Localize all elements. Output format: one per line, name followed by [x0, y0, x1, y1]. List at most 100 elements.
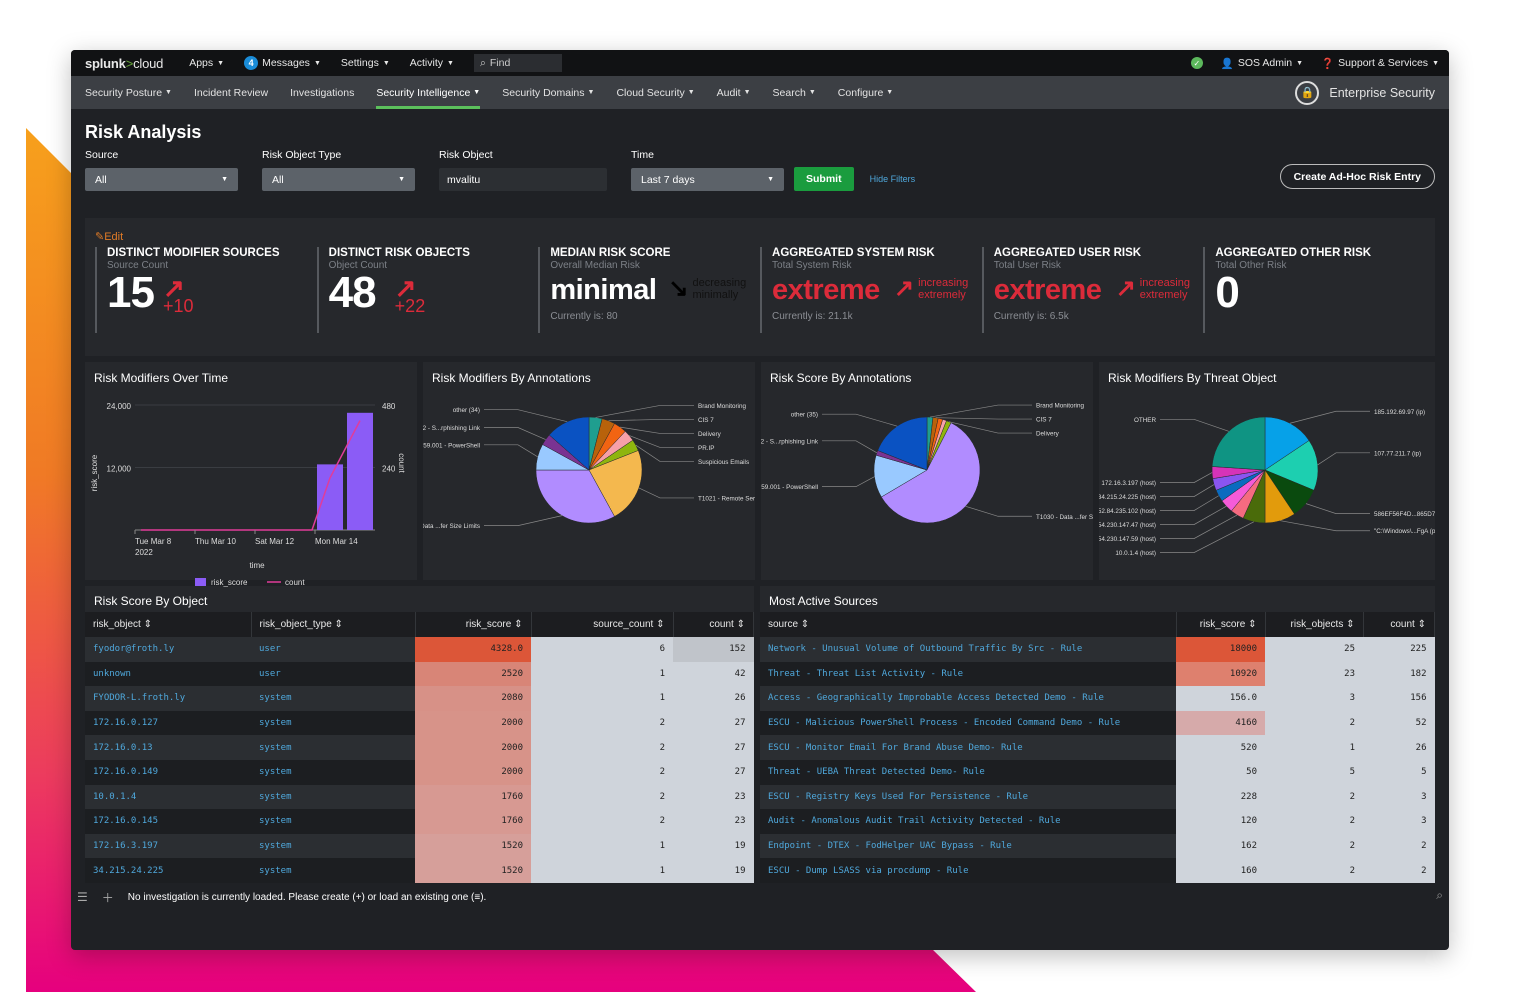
source-cell[interactable]: Endpoint - DTEX - FodHelper UAC Bypass -… [760, 833, 1176, 859]
risk-object-cell[interactable]: fyodor@froth.ly [85, 637, 251, 662]
risk-object-type-dropdown[interactable]: All ▼ [262, 168, 415, 191]
risk-object-type-cell[interactable]: system [251, 809, 415, 834]
source-cell[interactable]: Access - Geographically Improbable Acces… [760, 686, 1176, 711]
source-cell[interactable]: ESCU - Malicious PowerShell Process - En… [760, 710, 1176, 736]
col-count[interactable]: count ⇕ [1363, 612, 1435, 637]
risk-object-cell[interactable]: 172.16.0.127 [85, 710, 251, 736]
source-cell[interactable]: ESCU - Monitor Email For Brand Abuse Dem… [760, 735, 1176, 760]
table-row[interactable]: ESCU - Monitor Email For Brand Abuse Dem… [760, 735, 1435, 760]
risk-object-cell[interactable]: 34.215.24.225 [85, 858, 251, 883]
find-input[interactable]: ⌕ Find [473, 54, 562, 72]
nav-audit[interactable]: Audit ▼ [717, 76, 751, 109]
col-source[interactable]: source ⇕ [760, 612, 1177, 637]
pie-label: T1059.001 - PowerShell [761, 484, 818, 491]
nav-incident-review[interactable]: Incident Review [194, 76, 268, 109]
table-row[interactable]: Threat - Threat List Activity - Rule 1092… [760, 661, 1435, 687]
risk-object-cell[interactable]: unknown [85, 661, 251, 687]
submit-button[interactable]: Submit [794, 167, 854, 191]
col-risk-object[interactable]: risk_object ⇕ [85, 612, 252, 637]
table-row[interactable]: 172.16.3.197 system 1520 1 19 [85, 833, 754, 859]
table-row[interactable]: 172.16.0.127 system 2000 2 27 [85, 710, 754, 736]
col-risk-score[interactable]: risk_score ⇕ [1176, 612, 1266, 637]
col-risk-score[interactable]: risk_score ⇕ [415, 612, 532, 637]
caret-down-icon: ▼ [886, 89, 894, 96]
splunk-logo[interactable]: splunk>cloud [85, 56, 163, 71]
kpi-delta: ↗ +22 [394, 273, 426, 316]
risk-object-type-cell[interactable]: user [251, 637, 415, 662]
table-row[interactable]: 172.16.0.145 system 1760 2 23 [85, 809, 754, 834]
source-dropdown[interactable]: All ▼ [85, 168, 238, 191]
table-row[interactable]: ESCU - Dump LSASS via procdump - Rule 160… [760, 858, 1435, 883]
risk-object-type-cell[interactable]: system [251, 759, 415, 785]
nav-security-posture[interactable]: Security Posture ▼ [85, 76, 172, 109]
settings-menu[interactable]: Settings ▼ [341, 57, 390, 69]
pie-label: Delivery [1036, 431, 1060, 438]
support-menu[interactable]: ❓ Support & Services ▼ [1321, 57, 1439, 70]
source-cell[interactable]: ESCU - Dump LSASS via procdump - Rule [760, 858, 1176, 883]
source-cell[interactable]: Threat - Threat List Activity - Rule [760, 661, 1176, 687]
create-adhoc-risk-button[interactable]: Create Ad-Hoc Risk Entry [1279, 164, 1435, 189]
edit-button[interactable]: ✎Edit [95, 230, 1425, 243]
messages-menu[interactable]: 4 Messages ▼ [244, 56, 321, 70]
col-risk-object-type[interactable]: risk_object_type ⇕ [251, 612, 416, 637]
nav-investigations[interactable]: Investigations [290, 76, 354, 109]
table-row[interactable]: Access - Geographically Improbable Acces… [760, 686, 1435, 711]
table-row[interactable]: 172.16.0.13 system 2000 2 27 [85, 735, 754, 760]
sort-icon: ⇕ [1417, 619, 1426, 630]
table-row[interactable]: Audit - Anomalous Audit Trail Activity D… [760, 809, 1435, 834]
source-cell[interactable]: Network - Unusual Volume of Outbound Tra… [760, 637, 1176, 662]
table-row[interactable]: unknown user 2520 1 42 [85, 661, 754, 687]
zoom-icon[interactable]: ⌕ [1436, 888, 1443, 903]
activity-menu[interactable]: Activity ▼ [410, 57, 454, 69]
source-count-cell: 2 [531, 759, 673, 785]
table-row[interactable]: 34.215.24.225 system 1520 1 19 [85, 858, 754, 883]
col-risk-objects[interactable]: risk_objects ⇕ [1265, 612, 1364, 637]
risk-object-type-cell[interactable]: system [251, 710, 415, 736]
col-source-count[interactable]: source_count ⇕ [531, 612, 674, 637]
health-ok-icon[interactable]: ✓ [1190, 57, 1203, 69]
risk-object-cell[interactable]: 172.16.0.149 [85, 759, 251, 785]
risk-object-type-cell[interactable]: system [251, 735, 415, 760]
risk-object-type-cell[interactable]: system [251, 858, 415, 883]
source-cell[interactable]: Audit - Anomalous Audit Trail Activity D… [760, 809, 1176, 834]
source-cell[interactable]: Threat - UEBA Threat Detected Demo- Rule [760, 759, 1176, 785]
time-dropdown[interactable]: Last 7 days ▼ [631, 168, 784, 191]
risk-object-type-cell[interactable]: system [251, 833, 415, 859]
hide-filters-link[interactable]: Hide Filters [870, 174, 916, 184]
risk-object-input[interactable]: mvalitu [439, 168, 607, 191]
apps-menu[interactable]: Apps ▼ [189, 57, 224, 69]
risk-object-cell[interactable]: 10.0.1.4 [85, 784, 251, 810]
user-menu[interactable]: 👤 SOS Admin ▼ [1221, 57, 1303, 70]
table-row[interactable]: Threat - UEBA Threat Detected Demo- Rule… [760, 759, 1435, 785]
nav-cloud-security[interactable]: Cloud Security ▼ [616, 76, 694, 109]
table-row[interactable]: ESCU - Malicious PowerShell Process - En… [760, 710, 1435, 736]
risk-object-cell[interactable]: 172.16.0.145 [85, 809, 251, 834]
source-count-cell: 2 [531, 735, 673, 760]
col-count[interactable]: count ⇕ [673, 612, 754, 637]
nav-search[interactable]: Search ▼ [773, 76, 816, 109]
risk-object-cell[interactable]: FYODOR-L.froth.ly [85, 686, 251, 711]
nav-security-domains[interactable]: Security Domains ▼ [502, 76, 594, 109]
nav-configure[interactable]: Configure ▼ [838, 76, 893, 109]
risk-object-type-cell[interactable]: system [251, 784, 415, 810]
risk-score-cell: 120 [1176, 809, 1265, 834]
pie-slice [1211, 416, 1266, 471]
pie-leader-line [1160, 495, 1219, 511]
pie-label: 52.84.235.102 (host) [1099, 508, 1156, 515]
table-row[interactable]: Network - Unusual Volume of Outbound Tra… [760, 637, 1435, 662]
risk-object-type-cell[interactable]: system [251, 686, 415, 711]
table-row[interactable]: Endpoint - DTEX - FodHelper UAC Bypass -… [760, 833, 1435, 859]
nav-security-intelligence[interactable]: Security Intelligence ▼ [376, 76, 480, 109]
source-count-cell: 2 [531, 710, 673, 736]
risk-object-cell[interactable]: 172.16.0.13 [85, 735, 251, 760]
plus-icon[interactable]: ＋ [102, 889, 114, 906]
table-row[interactable]: ESCU - Registry Keys Used For Persistenc… [760, 784, 1435, 810]
risk-object-cell[interactable]: 172.16.3.197 [85, 833, 251, 859]
table-row[interactable]: 10.0.1.4 system 1760 2 23 [85, 784, 754, 810]
risk-object-type-cell[interactable]: user [251, 661, 415, 687]
table-row[interactable]: FYODOR-L.froth.ly system 2080 1 26 [85, 686, 754, 711]
source-cell[interactable]: ESCU - Registry Keys Used For Persistenc… [760, 784, 1176, 810]
table-row[interactable]: fyodor@froth.ly user 4328.0 6 152 [85, 637, 754, 662]
list-icon[interactable]: ☰ [77, 890, 88, 904]
table-row[interactable]: 172.16.0.149 system 2000 2 27 [85, 759, 754, 785]
